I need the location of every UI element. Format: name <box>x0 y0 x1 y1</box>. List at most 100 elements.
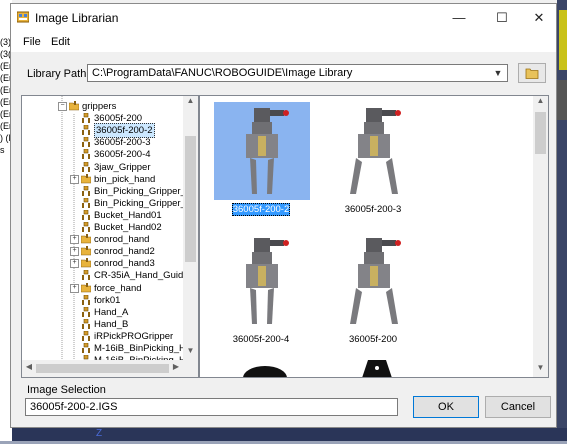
expand-icon[interactable]: + <box>70 259 79 269</box>
tree-item[interactable]: Bucket_Hand02 <box>22 221 183 234</box>
tree-scroll-thumb[interactable] <box>185 136 196 262</box>
cancel-button[interactable]: Cancel <box>485 396 551 418</box>
scroll-right-arrow-icon[interactable]: ▶ <box>169 362 183 376</box>
tree-item-label: Bucket_Hand02 <box>94 222 162 233</box>
tree-item[interactable]: 3jaw_Gripper <box>22 161 183 174</box>
tree-item[interactable]: 36005f-200-2 <box>22 123 183 139</box>
tree-item-label: fork01 <box>94 294 121 306</box>
expand-icon[interactable]: + <box>70 174 79 184</box>
maximize-button[interactable]: ☐ <box>485 4 519 32</box>
scroll-up-arrow-icon[interactable]: ▲ <box>533 96 548 110</box>
preview-vertical-scrollbar[interactable]: ▲ ▼ <box>533 96 548 377</box>
tree-item[interactable]: Hand_A <box>22 306 183 319</box>
gripper-image <box>246 238 289 324</box>
tree-item-label: iRPickPROGripper <box>94 330 174 342</box>
preview-thumbnail-partial[interactable] <box>352 358 402 377</box>
tree-item[interactable]: + force_hand <box>22 282 183 295</box>
tree-item-label: Hand_B <box>94 318 129 330</box>
folder-icon <box>81 173 91 183</box>
preview-caption: 36005f-200 <box>318 334 428 345</box>
expand-icon[interactable]: + <box>70 247 79 257</box>
image-selection-input[interactable] <box>26 399 394 415</box>
gripper-file-icon <box>82 343 90 353</box>
menu-file[interactable]: File <box>23 36 41 48</box>
expand-icon[interactable]: + <box>70 235 79 245</box>
preview-scroll-thumb[interactable] <box>535 112 546 154</box>
gripper-file-icon <box>82 161 90 172</box>
tree-item[interactable]: + bin_pick_hand <box>22 173 183 186</box>
tree-item-label: 36005f-200-3 <box>94 137 151 149</box>
preview-thumbnail[interactable]: 36005f-200-2 <box>206 102 316 222</box>
menu-bar: File Edit <box>11 32 556 52</box>
scroll-down-arrow-icon[interactable]: ▼ <box>183 346 198 360</box>
tree-item[interactable]: + conrod_hand3 <box>22 257 183 270</box>
gripper-image <box>362 360 392 377</box>
tree-item-label: 36005f-200-4 <box>94 149 151 161</box>
gripper-file-icon <box>82 330 90 341</box>
tree-vertical-scrollbar[interactable]: ▲ ▼ <box>183 96 198 360</box>
preview-caption-text: 36005f-200-2 <box>231 203 291 216</box>
tree-item[interactable]: fork01 <box>22 294 183 307</box>
tree-item[interactable]: CR-35iA_Hand_Guide <box>22 269 189 282</box>
tree-item-label: Bucket_Hand01 <box>94 209 162 221</box>
tree-item-label: 3jaw_Gripper <box>94 161 151 173</box>
gripper-file-icon <box>82 209 90 220</box>
folder-icon <box>525 68 539 79</box>
ok-button[interactable]: OK <box>413 396 479 418</box>
scroll-left-arrow-icon[interactable]: ◀ <box>22 362 36 376</box>
preview-caption: 36005f-200-2 <box>206 203 316 216</box>
expand-icon[interactable]: + <box>70 283 79 293</box>
tree-horizontal-scrollbar[interactable]: ◀ ▶ <box>22 360 183 377</box>
tree-item[interactable]: iRPickPROGripper <box>22 330 183 343</box>
folder-icon <box>81 246 91 256</box>
tree-item[interactable]: + conrod_hand2 <box>22 245 183 258</box>
minimize-icon: — <box>452 10 466 25</box>
collapse-icon[interactable]: − <box>58 102 67 111</box>
browse-folder-button[interactable] <box>518 63 546 83</box>
preview-caption-text: 36005f-200-4 <box>232 334 290 345</box>
close-icon: ✕ <box>533 10 545 25</box>
gripper-file-icon <box>82 222 90 232</box>
image-librarian-icon <box>17 11 29 23</box>
tree-item-label: grippers <box>82 101 117 112</box>
tree-item-label: CR-35iA_Hand_Guide <box>94 270 189 282</box>
folder-icon <box>69 101 79 111</box>
library-path-dropdown[interactable]: C:\ProgramData\FANUC\ROBOGUIDE\Image Lib… <box>87 64 508 82</box>
title-bar[interactable]: Image Librarian — ☐ ✕ <box>11 4 556 32</box>
gripper-file-icon <box>82 137 90 148</box>
robot-arm-graphic <box>557 10 567 120</box>
tree-item[interactable]: 36005f-200-3 <box>22 136 183 149</box>
tree-item[interactable]: + conrod_hand <box>22 233 183 246</box>
window-title: Image Librarian <box>35 11 119 25</box>
tree-item[interactable]: − grippers <box>22 100 183 113</box>
preview-caption: 36005f-200-3 <box>318 204 428 215</box>
scroll-up-arrow-icon[interactable]: ▲ <box>183 96 198 110</box>
chevron-down-icon[interactable]: ▼ <box>491 66 505 80</box>
library-tree[interactable]: − grippers 36005f-200 36005f-200-2 36005f-20… <box>21 95 199 378</box>
gripper-file-icon <box>82 318 90 329</box>
gripper-image <box>350 108 401 194</box>
tree-item-label: force_hand <box>94 282 142 294</box>
close-button[interactable]: ✕ <box>522 4 556 32</box>
menu-edit[interactable]: Edit <box>51 36 70 48</box>
preview-thumbnail[interactable]: 36005f-200 <box>318 232 428 352</box>
image-preview-pane[interactable]: 36005f-200-2 36005f-200-3 36005f-200-4 3600… <box>199 95 549 378</box>
scroll-down-arrow-icon[interactable]: ▼ <box>533 363 548 377</box>
image-selection-field[interactable] <box>25 398 398 416</box>
scrollbar-corner <box>183 360 198 377</box>
minimize-button[interactable]: — <box>442 4 476 32</box>
folder-icon <box>81 282 91 292</box>
tree-item[interactable]: Bin_Picking_Gripper_J20 <box>22 185 198 198</box>
tree-item[interactable]: M-16iB_BinPicking_Hand <box>22 342 198 355</box>
preview-thumbnail[interactable]: 36005f-200-3 <box>318 102 428 222</box>
gripper-file-icon <box>82 306 90 317</box>
tree-item[interactable]: 36005f-200-4 <box>22 148 183 161</box>
gripper-file-icon <box>82 197 90 208</box>
tree-item[interactable]: Bin_Picking_Gripper_J20 <box>22 197 198 210</box>
tree-item[interactable]: Bucket_Hand01 <box>22 209 183 222</box>
preview-thumbnail[interactable]: 36005f-200-4 <box>206 232 316 352</box>
preview-thumbnail-partial[interactable] <box>240 358 290 377</box>
gripper-file-icon <box>82 185 90 196</box>
tree-item[interactable]: Hand_B <box>22 318 183 331</box>
tree-hscroll-thumb[interactable] <box>36 364 169 373</box>
